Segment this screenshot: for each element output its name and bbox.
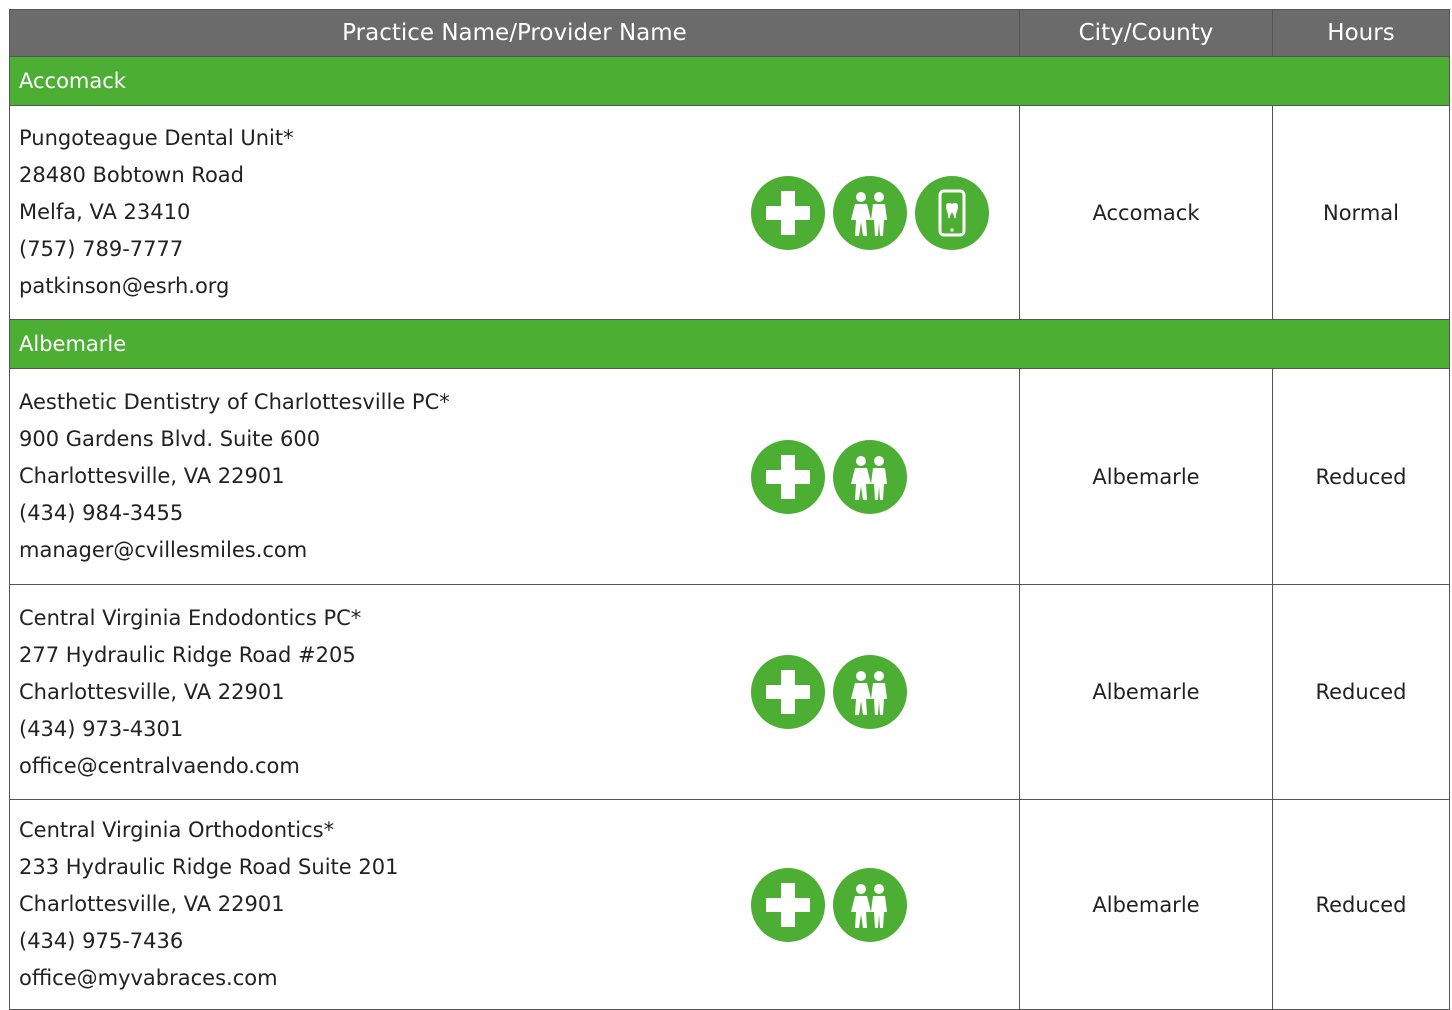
practice-name: Central Virginia Orthodontics* [19, 818, 335, 842]
children-icon [833, 655, 907, 729]
practice-phone[interactable]: (434) 984-3455 [19, 495, 450, 532]
practice-email[interactable]: office@myvabraces.com [19, 960, 398, 997]
medical-cross-icon [751, 175, 825, 250]
table-row: Central Virginia Endodontics PC* 277 Hyd… [10, 585, 1450, 800]
practice-info: Pungoteague Dental Unit* 28480 Bobtown R… [19, 120, 294, 305]
practice-email[interactable]: patkinson@esrh.org [19, 268, 294, 305]
practice-name: Central Virginia Endodontics PC* [19, 605, 362, 630]
service-icons [751, 439, 907, 514]
practice-city: Charlottesville, VA 22901 [19, 464, 285, 488]
practice-info: Central Virginia Orthodontics* 233 Hydra… [19, 812, 398, 997]
header-practice-name: Practice Name/Provider Name [10, 10, 1020, 57]
children-icon [833, 867, 907, 942]
practice-address: 233 Hydraulic Ridge Road Suite 201 [19, 855, 399, 879]
practice-city: Charlottesville, VA 22901 [19, 892, 285, 916]
practice-email[interactable]: manager@cvillesmiles.com [19, 532, 450, 569]
table-row: Central Virginia Orthodontics* 233 Hydra… [10, 800, 1450, 1010]
mobile-tooth-icon [915, 175, 989, 250]
practice-cell: Aesthetic Dentistry of Charlottesville P… [10, 369, 1020, 585]
practice-cell: Pungoteague Dental Unit* 28480 Bobtown R… [10, 106, 1020, 320]
children-icon [833, 439, 907, 514]
practice-address: 277 Hydraulic Ridge Road #205 [19, 642, 356, 667]
table-row: Pungoteague Dental Unit* 28480 Bobtown R… [10, 106, 1450, 320]
practice-info: Aesthetic Dentistry of Charlottesville P… [19, 384, 450, 569]
hours-cell: Normal [1273, 106, 1450, 320]
hours-cell: Reduced [1273, 369, 1450, 585]
practice-email[interactable]: office@centralvaendo.com [19, 748, 361, 785]
practice-name: Pungoteague Dental Unit* [19, 126, 294, 150]
practice-city: Melfa, VA 23410 [19, 200, 191, 224]
practice-name: Aesthetic Dentistry of Charlottesville P… [19, 390, 450, 414]
practice-info: Central Virginia Endodontics PC* 277 Hyd… [19, 600, 361, 785]
provider-table: Practice Name/Provider Name City/County … [9, 9, 1450, 1010]
city-county-cell: Accomack [1020, 106, 1273, 320]
children-icon [833, 175, 907, 250]
practice-phone[interactable]: (757) 789-7777 [19, 231, 294, 268]
medical-cross-icon [751, 439, 825, 514]
practice-cell: Central Virginia Endodontics PC* 277 Hyd… [10, 585, 1020, 800]
practice-cell: Central Virginia Orthodontics* 233 Hydra… [10, 800, 1020, 1010]
service-icons [751, 867, 907, 942]
city-county-cell: Albemarle [1020, 800, 1273, 1010]
service-icons [751, 655, 907, 729]
hours-cell: Reduced [1273, 800, 1450, 1010]
medical-cross-icon [751, 655, 825, 729]
county-section-header: Accomack [10, 57, 1450, 106]
hours-cell: Reduced [1273, 585, 1450, 800]
city-county-cell: Albemarle [1020, 369, 1273, 585]
practice-city: Charlottesville, VA 22901 [19, 679, 285, 704]
header-city-county: City/County [1020, 10, 1273, 57]
practice-phone[interactable]: (434) 975-7436 [19, 923, 398, 960]
header-hours: Hours [1273, 10, 1450, 57]
table-row: Aesthetic Dentistry of Charlottesville P… [10, 369, 1450, 585]
service-icons [751, 175, 989, 250]
practice-phone[interactable]: (434) 973-4301 [19, 711, 361, 748]
table-header: Practice Name/Provider Name City/County … [10, 10, 1450, 57]
city-county-cell: Albemarle [1020, 585, 1273, 800]
practice-address: 900 Gardens Blvd. Suite 600 [19, 427, 321, 451]
county-section-header: Albemarle [10, 320, 1450, 369]
medical-cross-icon [751, 867, 825, 942]
practice-address: 28480 Bobtown Road [19, 163, 245, 187]
